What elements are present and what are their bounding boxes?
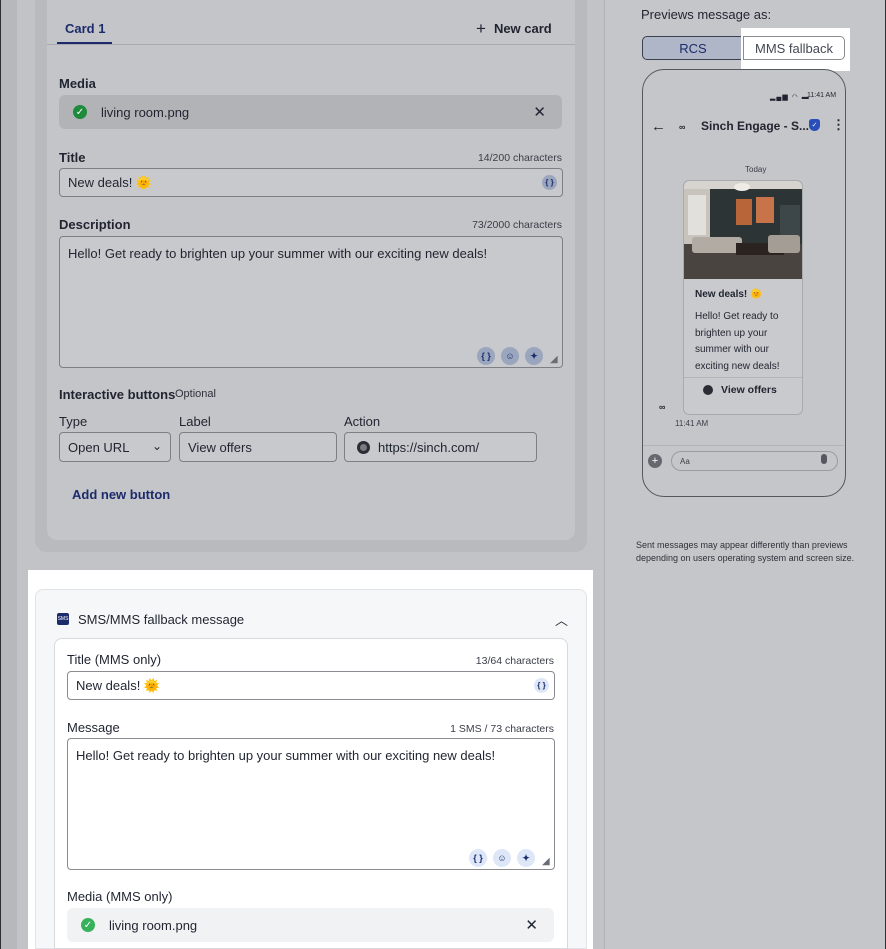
card-preview-body: Hello! Get ready to brighten up your sum…	[695, 311, 780, 372]
back-arrow-icon: ←	[651, 118, 666, 135]
add-attachment-icon: +	[648, 454, 662, 468]
title-value: New deals! 🌞	[68, 174, 153, 190]
chevron-up-icon[interactable]: ︿	[555, 610, 568, 629]
fallback-title-label: Title (MMS only)	[67, 652, 162, 667]
fallback-message-value: Hello! Get ready to brighten up your sum…	[76, 748, 496, 763]
card-preview-button: View offers	[703, 384, 777, 396]
sender-avatar-icon: ∞	[659, 402, 666, 412]
fallback-header: SMS/MMS fallback message	[78, 612, 245, 627]
globe-icon	[703, 385, 713, 395]
optional-tag: Optional	[175, 388, 216, 400]
interactive-buttons-label: Interactive buttons	[59, 387, 176, 402]
left-gutter	[1, 0, 17, 949]
status-icons: ▂▄▆ ◠ ▬	[770, 94, 810, 101]
brand-logo-icon: ∞	[679, 122, 686, 132]
remove-media-icon[interactable]: ✕	[533, 103, 546, 121]
media-attachment: ✓ living room.png ✕	[59, 95, 562, 129]
fallback-media-filename: living room.png	[109, 917, 198, 933]
verified-shield-icon: ✓	[809, 119, 820, 131]
compose-divider	[643, 445, 844, 446]
resize-handle-icon[interactable]: ◢	[542, 856, 550, 867]
compose-field: Aa	[671, 451, 838, 471]
button-type-value: Open URL	[68, 439, 130, 455]
emoji-icon[interactable]: ☺	[493, 849, 511, 867]
fallback-title-counter: 13/64 characters	[475, 655, 554, 667]
toggle-mms-fallback[interactable]: MMS fallback	[743, 36, 845, 60]
variable-icon[interactable]: { }	[534, 678, 549, 693]
active-tab-indicator	[57, 42, 112, 44]
card-divider	[684, 377, 802, 378]
status-time: 11:41 AM	[807, 92, 837, 99]
fallback-media-attachment: ✓ living room.png ✕	[67, 908, 554, 942]
toggle-rcs[interactable]: RCS	[642, 36, 744, 60]
chevron-down-icon: ⌄	[151, 439, 162, 453]
more-options-icon: ⋮	[832, 117, 845, 132]
button-label-value: View offers	[188, 439, 252, 455]
check-circle-icon: ✓	[81, 918, 95, 932]
description-value: Hello! Get ready to brighten up your sum…	[68, 246, 488, 261]
tab-card-1[interactable]: Card 1	[65, 21, 105, 36]
fallback-message-label: Message	[67, 720, 120, 735]
resize-handle-icon[interactable]: ◢	[550, 354, 558, 365]
remove-media-icon[interactable]: ✕	[525, 916, 538, 934]
sender-name: Sinch Engage - S...	[701, 119, 810, 133]
title-label: Title	[59, 150, 86, 165]
room-image	[684, 181, 802, 279]
description-label: Description	[59, 217, 131, 232]
fallback-title-input[interactable]: New deals! 🌞	[67, 671, 555, 700]
fallback-message-counter: 1 SMS / 73 characters	[450, 723, 554, 735]
button-action-input[interactable]: https://sinch.com/	[344, 432, 537, 462]
globe-icon	[357, 440, 370, 454]
new-card-label: New card	[493, 21, 552, 36]
type-label: Type	[59, 414, 88, 429]
message-time: 11:41 AM	[675, 419, 709, 428]
title-counter: 14/200 characters	[477, 152, 562, 164]
preview-label: Previews message as:	[641, 7, 772, 22]
button-action-value: https://sinch.com/	[378, 439, 480, 455]
tabs-divider	[47, 44, 575, 45]
button-type-select[interactable]: Open URL ⌄	[59, 432, 171, 462]
button-label-input[interactable]: View offers	[179, 432, 337, 462]
card-preview-button-label: View offers	[721, 384, 777, 396]
preview-disclaimer: Sent messages may appear differently tha…	[636, 540, 855, 563]
fallback-media-label: Media (MMS only)	[67, 889, 173, 904]
microphone-icon	[821, 454, 827, 464]
variable-icon[interactable]: { }	[469, 849, 487, 867]
emoji-icon[interactable]: ☺	[501, 347, 519, 365]
new-card-button[interactable]: + New card	[476, 20, 552, 37]
plus-icon: +	[476, 19, 486, 38]
compose-placeholder: Aa	[680, 456, 690, 466]
action-label: Action	[344, 414, 381, 429]
sms-icon: SMS	[57, 613, 69, 625]
ai-sparkle-icon[interactable]: ✦	[525, 347, 543, 365]
title-input[interactable]: New deals! 🌞	[59, 168, 563, 197]
check-circle-icon: ✓	[73, 105, 87, 119]
media-filename: living room.png	[101, 104, 190, 120]
fallback-title-value: New deals! 🌞	[76, 677, 161, 693]
variable-icon[interactable]: { }	[542, 175, 557, 190]
button-label-label: Label	[179, 414, 211, 429]
date-divider: Today	[745, 165, 767, 174]
variable-icon[interactable]: { }	[477, 347, 495, 365]
card-preview-title: New deals! 🌞	[695, 289, 763, 300]
add-new-button[interactable]: Add new button	[72, 487, 170, 502]
ai-sparkle-icon[interactable]: ✦	[517, 849, 535, 867]
description-counter: 73/2000 characters	[472, 219, 562, 231]
media-label: Media	[59, 76, 96, 91]
